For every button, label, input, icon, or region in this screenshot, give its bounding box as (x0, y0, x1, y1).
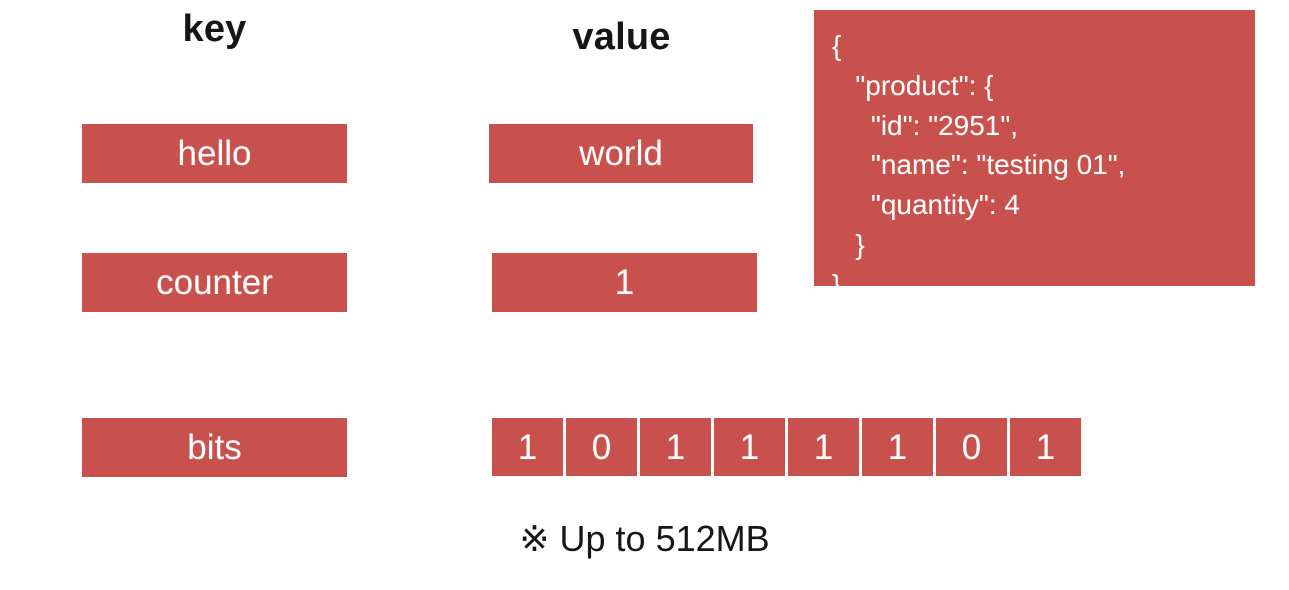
key-chip-counter: counter (82, 253, 347, 312)
key-value-diagram: key value hello counter bits world 1 1 0… (0, 0, 1289, 590)
bit-cell: 1 (492, 418, 563, 476)
bit-cell: 1 (1010, 418, 1081, 476)
footnote: ※ Up to 512MB (0, 518, 1289, 560)
bit-cell: 0 (566, 418, 637, 476)
reference-mark-icon: ※ (519, 519, 550, 560)
bit-cell: 1 (862, 418, 933, 476)
bit-cell: 1 (788, 418, 859, 476)
footnote-text: Up to 512MB (549, 518, 770, 559)
value-chip-counter: 1 (492, 253, 757, 312)
value-chip-world: world (489, 124, 753, 183)
key-chip-hello: hello (82, 124, 347, 183)
column-heading-key: key (182, 8, 247, 50)
bit-cell: 0 (936, 418, 1007, 476)
key-chip-bits: bits (82, 418, 347, 477)
json-payload-panel: { "product": { "id": "2951", "name": "te… (814, 10, 1255, 286)
column-heading-value: value (572, 16, 671, 58)
bit-cell: 1 (640, 418, 711, 476)
value-bit-array: 1 0 1 1 1 1 0 1 (492, 418, 1081, 476)
bit-cell: 1 (714, 418, 785, 476)
